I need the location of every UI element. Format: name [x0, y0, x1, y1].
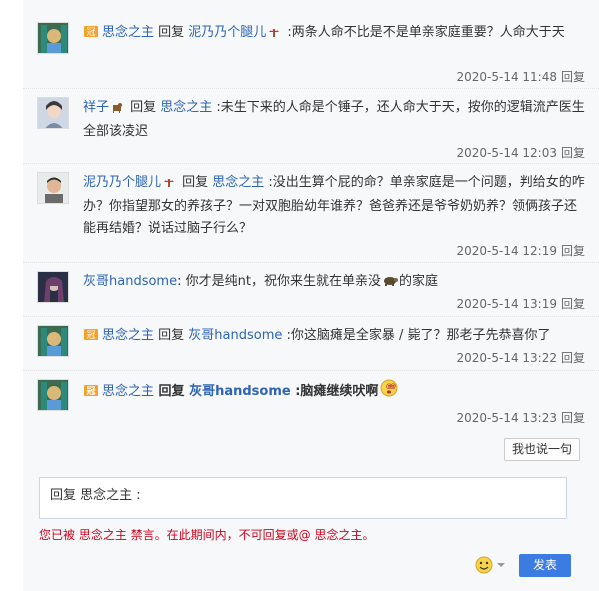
crown-badge-icon: 冠 [83, 24, 99, 46]
avatar[interactable] [37, 172, 69, 204]
reply-editor[interactable]: 回复 思念之主 : [39, 477, 567, 519]
author-link[interactable]: 泥乃乃个腿儿 [83, 175, 161, 190]
reply-panel: 冠思念之主 回复 泥乃乃个腿儿 :两条人命不比是不是单亲家庭重要？人命大于天 2… [23, 0, 599, 591]
dog-badge-icon [111, 99, 123, 121]
reply-text: 冠思念之主 回复 灰哥handsome :脑瘫继续吠啊 @ @ [83, 379, 585, 405]
reply-keyword: 回复 [154, 328, 189, 343]
svg-text:@: @ [390, 383, 396, 390]
target-user-link[interactable]: 泥乃乃个腿儿 [188, 25, 266, 40]
author-link[interactable]: 灰哥handsome [83, 274, 177, 289]
divider [23, 163, 599, 164]
reply-button[interactable]: 回复 [561, 70, 585, 84]
reply-time: 2020-5-14 13:19 [456, 297, 557, 311]
reply-button[interactable]: 回复 [561, 351, 585, 365]
crown-badge-icon: 冠 [83, 383, 99, 405]
reply-item: 冠思念之主 回复 泥乃乃个腿儿 :两条人命不比是不是单亲家庭重要？人命大于天 2… [37, 22, 585, 85]
crown-badge-icon: 冠 [83, 327, 99, 349]
reply-body-end: 的家庭 [398, 274, 438, 289]
reply-text: 泥乃乃个腿儿 回复 思念之主 :没出生算个屁的命？单亲家庭是一个问题，判给女的咋… [83, 172, 585, 240]
reply-meta: 2020-5-14 11:48 回复 [456, 68, 585, 85]
avatar[interactable] [37, 271, 69, 303]
author-link[interactable]: 祥子 [83, 100, 109, 115]
turtle-emoji-icon [382, 273, 398, 295]
reply-item: 冠思念之主 回复 灰哥handsome :脑瘫继续吠啊 @ @ 2020-5-14 … [37, 379, 585, 427]
reply-time: 2020-5-14 13:22 [456, 351, 557, 365]
target-user-link[interactable]: 思念之主 [160, 100, 212, 115]
divider [23, 88, 599, 89]
reply-text: 祥子 回复 思念之主 :未生下来的人命是个锤子，还人命大于天，按你的逻辑流产医生… [83, 97, 585, 143]
avatar[interactable] [37, 97, 69, 129]
svg-text:冠: 冠 [86, 386, 95, 397]
reply-body: : 你才是纯nt，祝你来生就在单亲没 [177, 274, 381, 289]
reply-text: 冠思念之主 回复 灰哥handsome :你这脑瘫是全家暴 / 毙了？那老子先恭… [83, 325, 585, 349]
avatar[interactable] [37, 325, 69, 357]
reply-keyword: 回复 [126, 100, 161, 115]
divider [23, 262, 599, 263]
divider [23, 316, 599, 317]
svg-text:冠: 冠 [86, 27, 95, 38]
reply-button[interactable]: 回复 [561, 411, 585, 425]
reply-item: 泥乃乃个腿儿 回复 思念之主 :没出生算个屁的命？单亲家庭是一个问题，判给女的咋… [37, 172, 585, 260]
reply-body: :你这脑瘫是全家暴 / 毙了？那老子先恭喜你了 [282, 328, 551, 343]
reply-body: :两条人命不比是不是单亲家庭重要？人命大于天 [283, 25, 565, 40]
send-button[interactable]: 发表 [519, 554, 571, 577]
target-user-link[interactable]: 灰哥handsome [188, 328, 282, 343]
reply-time: 2020-5-14 11:48 [456, 70, 557, 84]
ban-warning: 您已被 思念之主 禁言。在此期间内，不可回复或@ 思念之主。 [39, 528, 375, 542]
reply-keyword: 回复 [154, 384, 190, 399]
say-something-button[interactable]: 我也说一句 [504, 438, 580, 461]
mushroom-badge-icon [163, 174, 175, 196]
editor-content: 回复 思念之主 : [50, 488, 141, 503]
dizzy-face-emoji-icon: @ @ [380, 379, 398, 405]
reply-time: 2020-5-14 13:23 [456, 411, 557, 425]
reply-button[interactable]: 回复 [561, 146, 585, 160]
reply-body: :脑瘫继续吠啊 [290, 384, 379, 399]
reply-text: 冠思念之主 回复 泥乃乃个腿儿 :两条人命不比是不是单亲家庭重要？人命大于天 [83, 22, 585, 46]
reply-meta: 2020-5-14 13:19 回复 [456, 295, 585, 312]
author-link[interactable]: 思念之主 [102, 328, 154, 343]
reply-meta: 2020-5-14 13:22 回复 [456, 349, 585, 366]
reply-keyword: 回复 [178, 175, 213, 190]
reply-item: 冠思念之主 回复 灰哥handsome :你这脑瘫是全家暴 / 毙了？那老子先恭… [37, 325, 585, 365]
reply-button[interactable]: 回复 [561, 297, 585, 311]
reply-meta: 2020-5-14 12:19 回复 [456, 242, 585, 259]
reply-item: 灰哥handsome: 你才是纯nt，祝你来生就在单亲没 的家庭 2020-5-1… [37, 271, 585, 311]
target-user-link[interactable]: 思念之主 [212, 175, 264, 190]
smiley-icon [475, 556, 509, 578]
avatar[interactable] [37, 22, 69, 54]
reply-meta: 2020-5-14 13:23 回复 [456, 409, 585, 426]
target-user-link[interactable]: 灰哥handsome [189, 384, 291, 399]
mushroom-badge-icon [268, 24, 280, 46]
reply-time: 2020-5-14 12:03 [456, 146, 557, 160]
emoji-picker-button[interactable] [475, 556, 509, 574]
reply-button[interactable]: 回复 [561, 244, 585, 258]
reply-keyword: 回复 [154, 25, 189, 40]
reply-text: 灰哥handsome: 你才是纯nt，祝你来生就在单亲没 的家庭 [83, 271, 585, 295]
avatar[interactable] [37, 379, 69, 411]
reply-meta: 2020-5-14 12:03 回复 [456, 144, 585, 161]
divider [23, 370, 599, 371]
author-link[interactable]: 思念之主 [102, 384, 154, 399]
svg-text:冠: 冠 [86, 330, 95, 341]
reply-item: 祥子 回复 思念之主 :未生下来的人命是个锤子，还人命大于天，按你的逻辑流产医生… [37, 97, 585, 160]
author-link[interactable]: 思念之主 [102, 25, 154, 40]
reply-time: 2020-5-14 12:19 [456, 244, 557, 258]
